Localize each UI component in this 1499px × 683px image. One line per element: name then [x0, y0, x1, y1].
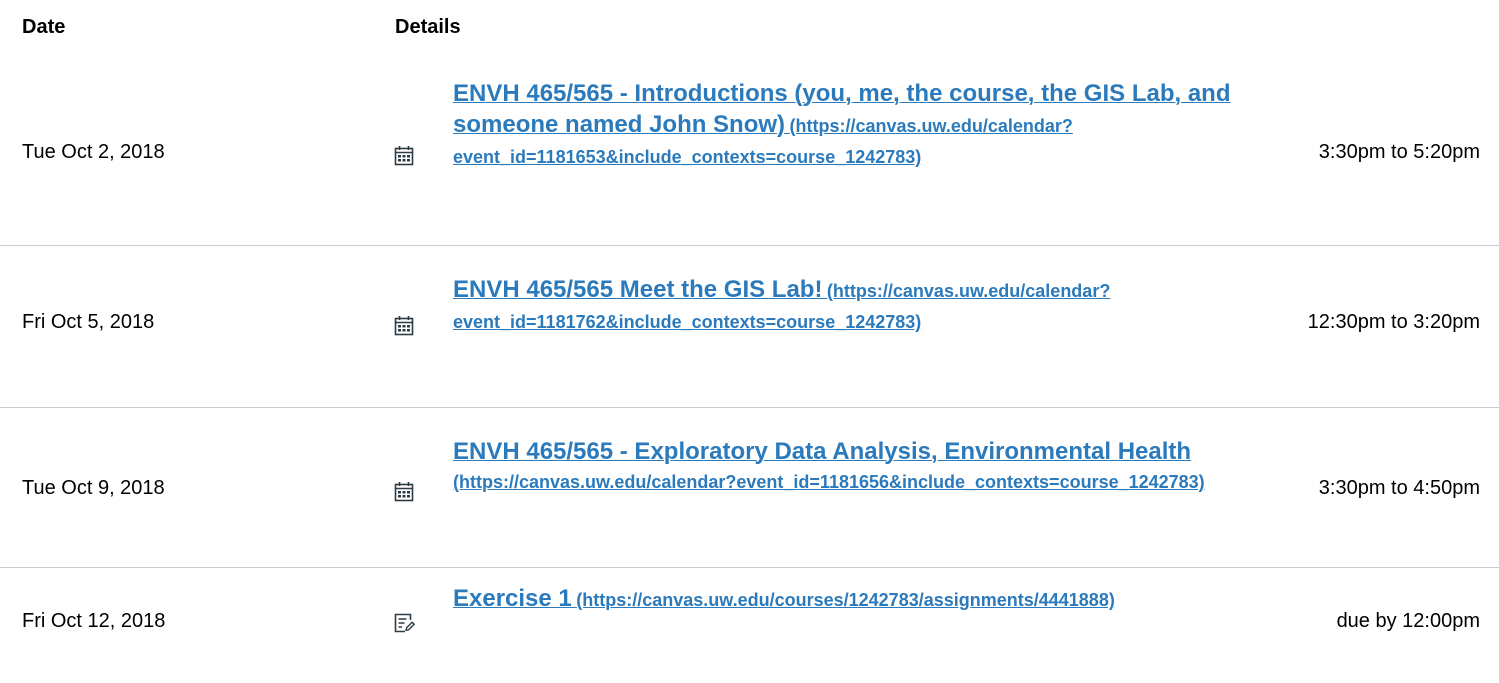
event-date: Fri Oct 5, 2018 — [22, 311, 155, 333]
event-time: 12:30pm to 3:20pm — [1307, 311, 1480, 333]
table-row: Tue Oct 2, 2018 ENVH 465/565 - Introduct… — [0, 60, 1499, 246]
table-row: Tue Oct 9, 2018 ENVH 465/565 - Explorato… — [0, 408, 1499, 568]
event-date: Fri Oct 12, 2018 — [22, 610, 166, 632]
calendar-icon — [393, 481, 415, 503]
calendar-icon — [393, 145, 415, 167]
event-title: ENVH 465/565 Meet the GIS Lab! — [453, 276, 823, 303]
event-link[interactable]: ENVH 465/565 - Exploratory Data Analysis… — [453, 436, 1233, 498]
event-link[interactable]: ENVH 465/565 Meet the GIS Lab! (https://… — [453, 274, 1233, 338]
due-time: due by 12:00pm — [1336, 610, 1480, 632]
event-link[interactable]: ENVH 465/565 - Introductions (you, me, t… — [453, 78, 1233, 173]
event-date: Tue Oct 9, 2018 — [22, 477, 165, 499]
table-row: Fri Oct 12, 2018 Exercise 1 (https://can… — [0, 568, 1499, 683]
assignment-icon — [393, 612, 415, 634]
calendar-icon — [393, 315, 415, 337]
event-time: 3:30pm to 5:20pm — [1318, 141, 1480, 163]
event-date: Tue Oct 2, 2018 — [22, 141, 165, 163]
assignment-url: (https://canvas.uw.edu/courses/1242783/a… — [576, 590, 1115, 610]
assignment-title: Exercise 1 — [453, 585, 572, 612]
table-header: Date Details — [0, 0, 1499, 60]
details-column-header: Details — [395, 16, 461, 38]
assignment-link[interactable]: Exercise 1 (https://canvas.uw.edu/course… — [453, 583, 1233, 616]
event-url: (https://canvas.uw.edu/calendar?event_id… — [453, 472, 1205, 492]
event-title: ENVH 465/565 - Exploratory Data Analysis… — [453, 438, 1192, 465]
table-row: Fri Oct 5, 2018 ENVH 465/565 Meet the GI… — [0, 246, 1499, 408]
date-column-header: Date — [22, 16, 66, 38]
event-time: 3:30pm to 4:50pm — [1318, 477, 1480, 499]
